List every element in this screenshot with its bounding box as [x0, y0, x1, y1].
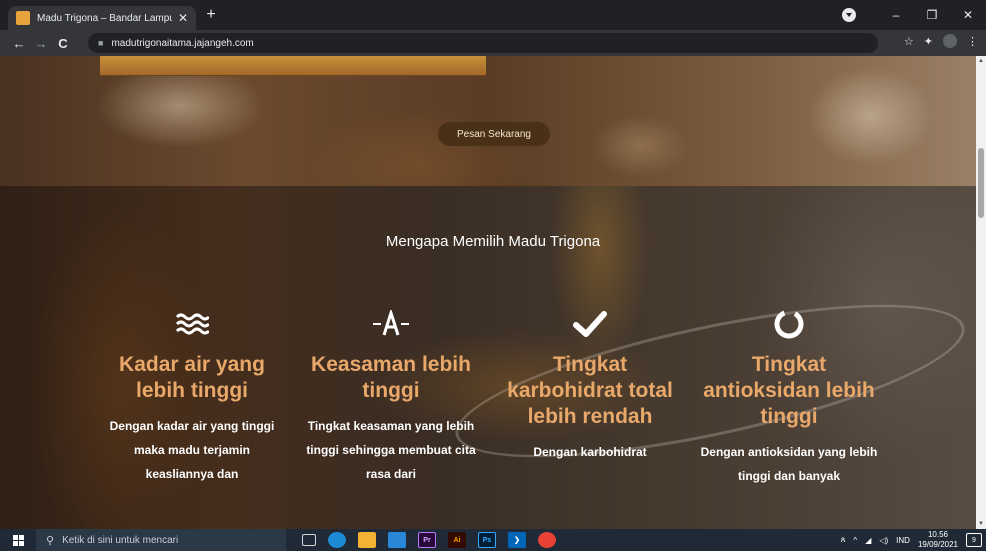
scroll-up-icon[interactable]: ▲	[976, 58, 986, 64]
water-waves-icon	[97, 304, 287, 344]
check-icon	[495, 304, 685, 344]
bookmark-star-icon[interactable]: ☆	[904, 35, 914, 48]
feature-title: Tingkat antioksidan lebih tinggi	[703, 353, 875, 428]
page-scrollbar[interactable]: ▲ ▼	[976, 56, 986, 529]
back-button[interactable]: ←	[8, 36, 30, 51]
chrome-profile-dropdown-icon[interactable]	[842, 8, 856, 22]
scrollbar-thumb[interactable]	[978, 148, 984, 218]
notification-count: 9	[972, 536, 976, 544]
clock-date: 19/09/2021	[917, 540, 958, 549]
photoshop-icon[interactable]: Ps	[478, 532, 496, 548]
browser-titlebar: Madu Trigona – Bandar Lampung ✕ + – ❐ ✕	[0, 0, 986, 30]
feature-card: Kadar air yang lebih tinggi Dengan kadar…	[97, 304, 287, 486]
task-view-icon[interactable]	[302, 534, 316, 546]
acrobat-icon[interactable]: Ai	[448, 532, 466, 548]
toolbar-actions: ☆ ✦ ⋮	[904, 34, 978, 48]
hero-section: Pesan Sekarang	[0, 56, 976, 186]
browser-toolbar: ← → C ■ madutrigonaitama.jajangeh.com ☆ …	[0, 30, 986, 56]
tab-close-icon[interactable]: ✕	[178, 11, 188, 25]
mail-store-icon[interactable]	[388, 532, 406, 548]
feature-title: Kadar air yang lebih tinggi	[119, 353, 265, 402]
browser-tab[interactable]: Madu Trigona – Bandar Lampung ✕	[8, 6, 196, 30]
file-explorer-icon[interactable]	[358, 532, 376, 548]
people-icon[interactable]: ጸ	[841, 535, 846, 545]
maximize-button[interactable]: ❐	[914, 8, 950, 22]
window-controls: – ❐ ✕	[842, 0, 986, 30]
url-text: madutrigonaitama.jajangeh.com	[111, 37, 254, 49]
minimize-button[interactable]: –	[878, 8, 914, 22]
page-viewport: Pesan Sekarang Mengapa Memilih Madu Trig…	[0, 56, 976, 529]
search-placeholder: Ketik di sini untuk mencari	[62, 534, 179, 546]
address-bar[interactable]: ■ madutrigonaitama.jajangeh.com	[88, 33, 878, 53]
start-button[interactable]	[0, 529, 36, 551]
scroll-down-icon[interactable]: ▼	[976, 521, 986, 527]
acidity-letter-icon	[296, 304, 486, 344]
reload-button[interactable]: C	[52, 36, 74, 51]
feature-title: Tingkat karbohidrat total lebih rendah	[507, 353, 673, 428]
feature-card: Tingkat karbohidrat total lebih rendah D…	[495, 304, 685, 464]
feature-description: Dengan kadar air yang tinggi maka madu t…	[109, 419, 275, 481]
extensions-puzzle-icon[interactable]: ✦	[924, 35, 933, 48]
close-window-button[interactable]: ✕	[950, 8, 986, 22]
windows-taskbar: ⚲ Ketik di sini untuk mencari Pr Ai Ps ❯…	[0, 529, 986, 551]
chevron-up-icon[interactable]: ^	[853, 536, 857, 545]
search-icon: ⚲	[46, 534, 55, 547]
feature-title: Keasaman lebih tinggi	[311, 353, 471, 402]
taskbar-clock[interactable]: 10.56 19/09/2021	[918, 530, 958, 550]
notification-center-icon[interactable]: 9	[966, 533, 982, 547]
section-title: Mengapa Memilih Madu Trigona	[385, 233, 601, 250]
tab-title: Madu Trigona – Bandar Lampung	[37, 12, 172, 24]
feature-card: Tingkat antioksidan lebih tinggi Dengan …	[694, 304, 884, 488]
system-tray: ጸ ^ ◢ ◁) IND 10.56 19/09/2021 9	[841, 529, 982, 551]
vscode-icon[interactable]: ❯	[508, 532, 526, 548]
menu-kebab-icon[interactable]: ⋮	[967, 35, 978, 48]
order-now-button[interactable]: Pesan Sekarang	[438, 122, 550, 146]
hero-wood-image	[100, 56, 486, 76]
edge-icon[interactable]	[328, 532, 346, 548]
circle-ring-icon	[694, 304, 884, 344]
feature-description: Dengan karbohidrat	[533, 445, 647, 459]
feature-card: Keasaman lebih tinggi Tingkat keasaman y…	[296, 304, 486, 486]
features-section: Mengapa Memilih Madu Trigona Kadar air y…	[0, 186, 976, 529]
network-icon[interactable]: ◢	[865, 536, 871, 545]
new-tab-button[interactable]: +	[202, 6, 220, 24]
feature-description: Tingkat keasaman yang lebih tinggi sehin…	[306, 419, 476, 481]
taskbar-search[interactable]: ⚲ Ketik di sini untuk mencari	[36, 529, 286, 551]
taskbar-apps: Pr Ai Ps ❯	[302, 532, 556, 548]
chrome-icon[interactable]	[538, 532, 556, 548]
profile-avatar[interactable]	[943, 34, 957, 48]
volume-icon[interactable]: ◁)	[879, 536, 888, 545]
forward-button[interactable]: →	[30, 36, 52, 51]
clock-time: 10.56	[927, 530, 948, 539]
feature-description: Dengan antioksidan yang lebih tinggi dan…	[700, 445, 878, 483]
favicon-icon	[16, 11, 30, 25]
lock-icon[interactable]: ■	[98, 38, 103, 48]
windows-logo-icon	[12, 534, 24, 546]
language-indicator[interactable]: IND	[896, 536, 910, 545]
premiere-pro-icon[interactable]: Pr	[418, 532, 436, 548]
